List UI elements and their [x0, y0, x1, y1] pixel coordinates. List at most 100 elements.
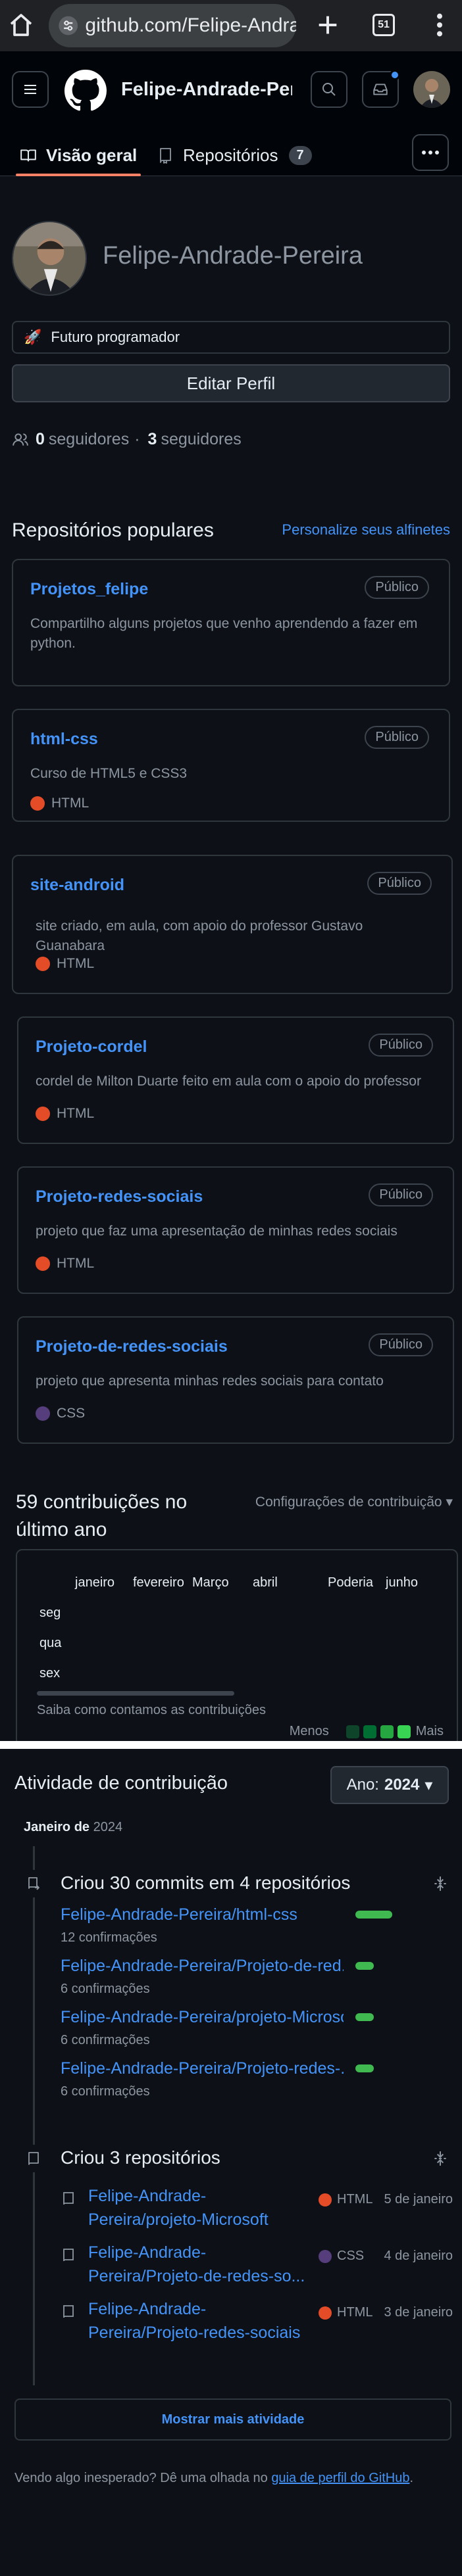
- followers-count[interactable]: 0: [36, 430, 45, 449]
- contributions-title: 59 contribuições no último ano: [16, 1491, 188, 1540]
- commit-count: 12 confirmações: [61, 1930, 157, 1945]
- month-heading: Janeiro de 2024: [24, 1820, 122, 1835]
- show-more-activity-button[interactable]: Mostrar mais atividade: [14, 2398, 451, 2441]
- contribution-settings-dropdown[interactable]: Configurações de contribuição ▾: [255, 1494, 453, 1510]
- css-language-dot: [319, 2249, 332, 2263]
- address-bar[interactable]: github.com/Felipe-Andra: [49, 4, 296, 47]
- contribution-calendar: janeiro fevereiro Março abril Poderia ju…: [16, 1549, 458, 1746]
- tab-count: 51: [378, 19, 390, 30]
- created-repo-link[interactable]: Felipe-Andrade-Pereira/Projeto-de-redes-…: [88, 2241, 315, 2288]
- repo-name-link[interactable]: Projeto-de-redes-sociais: [36, 1337, 228, 1356]
- repo-name-link[interactable]: Projeto-redes-sociais: [36, 1187, 203, 1206]
- inbox-icon: [373, 83, 388, 95]
- rocket-icon: 🚀: [24, 329, 42, 345]
- repo-description: Curso de HTML5 e CSS3: [30, 766, 188, 781]
- repo-card: Projeto-cordel Público cordel de Milton …: [17, 1016, 454, 1144]
- profile-guide-link[interactable]: guia de perfil do GitHub: [271, 2471, 409, 2485]
- new-tab-icon[interactable]: [315, 12, 341, 38]
- repo-language: HTML: [36, 1256, 94, 1272]
- month-label: Março: [192, 1575, 229, 1590]
- calendar-scrollbar[interactable]: [37, 1691, 234, 1696]
- tab-switcher-button[interactable]: 51: [372, 14, 395, 36]
- commit-share-bar: [355, 1911, 392, 1919]
- edit-profile-button[interactable]: Editar Perfil: [12, 364, 450, 402]
- year-value: 2024: [384, 1776, 420, 1794]
- timeline-line: [33, 1846, 35, 2385]
- repo-language: HTML: [36, 956, 94, 972]
- following-label[interactable]: seguidores: [161, 430, 241, 449]
- repo-card: Projeto-de-redes-sociais Público projeto…: [17, 1316, 454, 1444]
- home-icon[interactable]: [8, 12, 34, 38]
- learn-contributions-link[interactable]: Saiba como contamos as contribuições: [37, 1703, 266, 1718]
- inbox-button[interactable]: [362, 70, 400, 108]
- repo-name-link[interactable]: site-android: [30, 876, 124, 895]
- visibility-badge: Público: [369, 1034, 433, 1057]
- site-settings-icon[interactable]: [58, 15, 78, 36]
- legend-swatch: [363, 1725, 376, 1738]
- status-message[interactable]: 🚀 Futuro programador: [12, 321, 450, 354]
- year-label: Ano:: [346, 1776, 379, 1794]
- year-select-button[interactable]: Ano: 2024 ▾: [330, 1766, 449, 1804]
- created-repo-link[interactable]: Felipe-Andrade-Pereira/Projeto-redes-soc…: [88, 2297, 315, 2345]
- repo-icon: [63, 2305, 74, 2318]
- activity-title: Atividade de contribuição: [14, 1773, 228, 1794]
- created-repo-language: CSS: [319, 2249, 364, 2264]
- repo-push-icon: [28, 1877, 39, 1890]
- commit-repo-link[interactable]: Felipe-Andrade-Pereira/Projeto-redes-...: [61, 2059, 344, 2078]
- day-label: seg: [39, 1606, 61, 1620]
- visibility-badge: Público: [365, 576, 429, 599]
- timeline-node: [20, 2145, 47, 2172]
- footer-text: Vendo algo inesperado? Dê uma olhada no: [14, 2471, 268, 2485]
- repo-description: cordel de Milton Duarte feito em aula co…: [36, 1074, 421, 1089]
- customize-pins-link[interactable]: Personalize seus alfinetes: [282, 521, 450, 538]
- repo-card: site-android Público site criado, em aul…: [12, 855, 453, 994]
- month-label: fevereiro: [133, 1575, 184, 1590]
- repositories-count-badge: 7: [288, 145, 312, 165]
- visibility-badge: Público: [369, 1183, 433, 1206]
- timeline-node: [20, 1870, 47, 1897]
- day-label: sex: [39, 1666, 61, 1681]
- tab-repositories[interactable]: Repositórios 7: [158, 134, 312, 176]
- following-count[interactable]: 3: [148, 430, 157, 449]
- github-logo-icon[interactable]: [64, 70, 107, 112]
- repo-name-link[interactable]: html-css: [30, 730, 98, 749]
- commit-count: 6 confirmações: [61, 1982, 150, 1996]
- contribution-settings-label: Configurações de contribuição: [255, 1494, 442, 1510]
- repo-language: CSS: [36, 1406, 85, 1421]
- profile-guide-note: Vendo algo inesperado? Dê uma olhada no …: [14, 2471, 413, 2486]
- month-label: janeiro: [75, 1575, 115, 1590]
- section-divider: [0, 1741, 462, 1749]
- repo-name-link[interactable]: Projetos_felipe: [30, 580, 148, 599]
- repo-name-link[interactable]: Projeto-cordel: [36, 1038, 147, 1057]
- user-avatar[interactable]: [413, 71, 450, 108]
- fold-icon[interactable]: [432, 2150, 449, 2167]
- created-date: 4 de janeiro: [384, 2249, 453, 2263]
- browser-menu-icon[interactable]: [432, 12, 448, 38]
- created-repos-heading: Criou 3 repositórios: [61, 2147, 220, 2168]
- visibility-badge: Público: [365, 726, 429, 749]
- month-label: abril: [253, 1575, 278, 1590]
- repo-description: Compartilho alguns projetos que venho ap…: [30, 616, 418, 651]
- repo-description: projeto que apresenta minhas redes socia…: [36, 1373, 384, 1389]
- profile-avatar[interactable]: [12, 221, 87, 296]
- repo-icon: [160, 148, 171, 164]
- html-language-dot: [319, 2193, 332, 2206]
- repo-description: projeto que faz uma apresentação de minh…: [36, 1224, 398, 1239]
- search-button[interactable]: [311, 71, 347, 108]
- language-label: CSS: [57, 1406, 86, 1421]
- header-username[interactable]: Felipe-Andrade-Pere…: [121, 79, 292, 101]
- followers-label[interactable]: seguidores: [49, 430, 129, 449]
- created-repo-language: HTML: [319, 2192, 372, 2207]
- commit-repo-link[interactable]: Felipe-Andrade-Pereira/Projeto-de-red...: [61, 1957, 344, 1976]
- menu-button[interactable]: [12, 71, 49, 108]
- language-label: CSS: [337, 2249, 365, 2263]
- commit-repo-link[interactable]: Felipe-Andrade-Pereira/html-css: [61, 1905, 344, 1924]
- more-tabs-button[interactable]: [412, 134, 449, 171]
- created-date: 3 de janeiro: [384, 2305, 453, 2320]
- commit-share-bar: [355, 2013, 374, 2021]
- commit-repo-link[interactable]: Felipe-Andrade-Pereira/projeto-Microsoft: [61, 2008, 344, 2027]
- created-repo-link[interactable]: Felipe-Andrade-Pereira/projeto-Microsoft: [88, 2184, 315, 2231]
- html-language-dot: [319, 2306, 332, 2320]
- tab-overview[interactable]: Visão geral: [15, 134, 141, 176]
- fold-icon[interactable]: [432, 1875, 449, 1892]
